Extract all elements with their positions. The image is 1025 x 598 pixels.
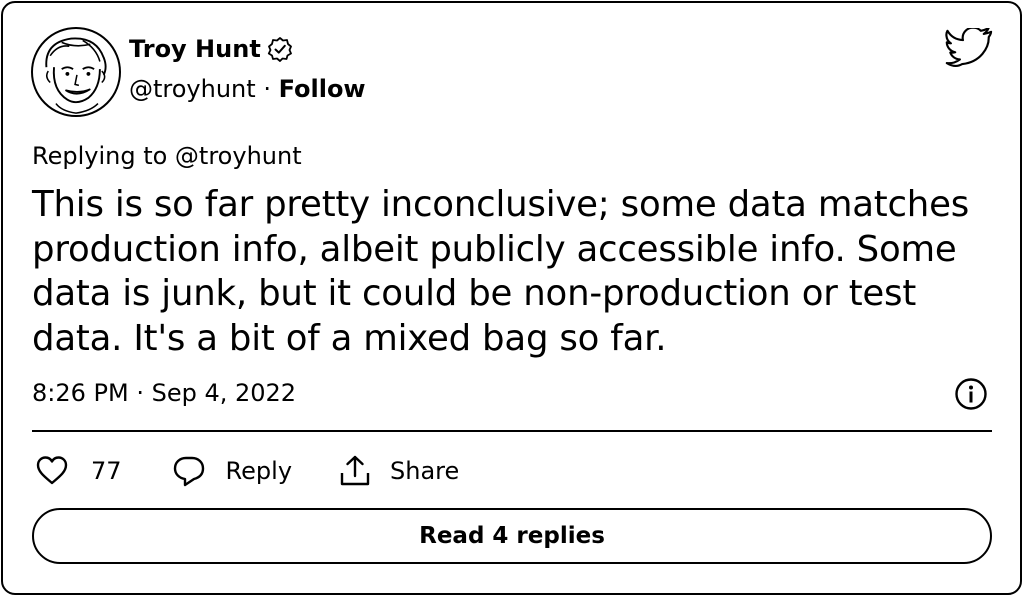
avatar-portrait xyxy=(45,37,107,114)
replying-to[interactable]: Replying to @troyhunt xyxy=(32,141,302,171)
twitter-bird-icon[interactable] xyxy=(945,28,993,68)
author-handle-line: @troyhunt · Follow xyxy=(129,74,366,104)
share-icon xyxy=(340,455,370,486)
read-replies-label: Read 4 replies xyxy=(419,523,605,549)
reply-button[interactable]: Reply xyxy=(172,454,292,488)
heart-icon xyxy=(36,456,68,485)
handle-separator: · xyxy=(255,75,279,103)
author-avatar[interactable] xyxy=(31,27,121,117)
author-name-text[interactable]: Troy Hunt xyxy=(129,34,261,64)
read-replies-button[interactable]: Read 4 replies xyxy=(32,508,992,564)
like-button[interactable]: 77 xyxy=(35,454,122,488)
divider xyxy=(32,430,992,432)
reply-bubble-icon xyxy=(173,456,204,487)
info-icon[interactable] xyxy=(954,377,988,411)
follow-button[interactable]: Follow xyxy=(279,75,366,103)
share-button[interactable]: Share xyxy=(338,454,459,488)
tweet-timestamp[interactable]: 8:26 PM · Sep 4, 2022 xyxy=(32,378,296,408)
tweet-actions: 77 Reply Share xyxy=(35,451,459,491)
like-count: 77 xyxy=(91,457,122,485)
author-name[interactable]: Troy Hunt xyxy=(129,34,293,64)
verified-badge-icon xyxy=(267,37,292,62)
author-handle[interactable]: @troyhunt xyxy=(129,75,256,103)
tweet-text: This is so far pretty inconclusive; some… xyxy=(32,184,970,359)
share-label: Share xyxy=(390,457,460,485)
reply-label: Reply xyxy=(225,457,293,485)
